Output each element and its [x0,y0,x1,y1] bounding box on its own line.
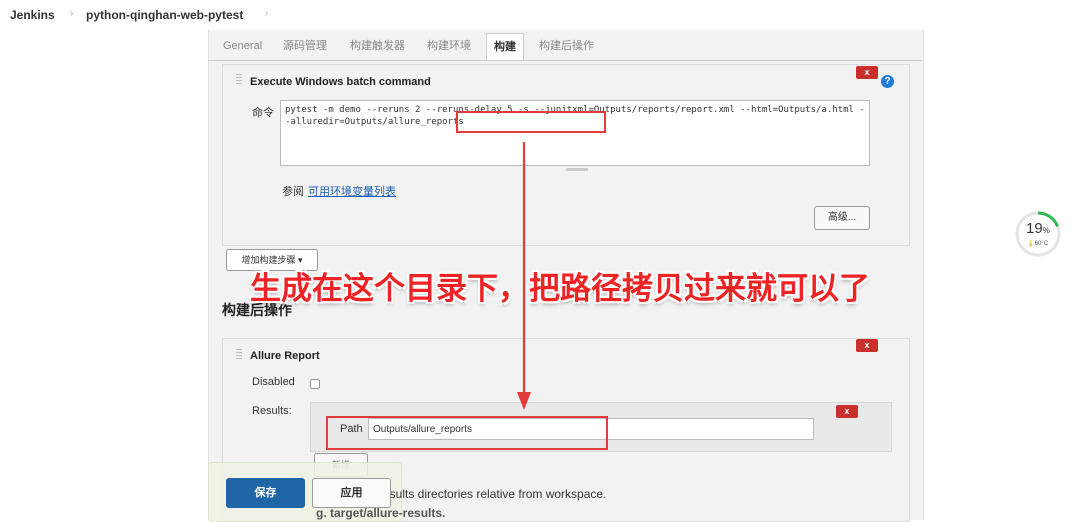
disabled-checkbox[interactable] [310,379,320,389]
disabled-label: Disabled [252,376,295,388]
gauge-percent-value: 19 [1026,220,1043,237]
highlight-path [326,416,608,450]
allure-title: Allure Report [250,350,320,362]
delete-allure-button[interactable]: x [856,339,878,352]
drag-handle-icon[interactable] [236,74,242,86]
gauge-percent-suffix: % [1042,226,1050,235]
breadcrumb-separator-icon: › [70,8,74,19]
breadcrumb-project[interactable]: python-qinghan-web-pytest [86,8,243,22]
tab-build[interactable]: 构建 [486,33,524,61]
tab-divider [208,60,922,61]
tab-post-build[interactable]: 构建后操作 [532,33,601,60]
performance-gauge[interactable]: 19% 🌡60°C [1014,210,1062,258]
tab-general[interactable]: General [216,33,269,60]
delete-step-button[interactable]: x [856,66,878,79]
breadcrumb-separator-icon[interactable]: › [265,8,268,19]
tab-build-triggers[interactable]: 构建触发器 [343,33,412,60]
results-label: Results: [252,405,292,417]
annotation-text: 生成在这个目录下，把路径拷贝过来就可以了 [250,271,870,307]
thermometer-icon: 🌡 [1027,241,1035,247]
env-vars-link[interactable]: 可用环境变量列表 [308,183,396,199]
command-textarea[interactable] [280,100,870,166]
command-label: 命令 [252,107,274,119]
help-icon[interactable]: ? [881,75,894,88]
results-hint: esults directories relative from workspa… [383,487,607,501]
tab-source-code[interactable]: 源码管理 [276,33,334,60]
breadcrumb: Jenkins › python-qinghan-web-pytest › [0,0,1080,30]
results-example: g. target/allure-results. [316,506,446,520]
save-button[interactable]: 保存 [226,478,305,508]
highlight-alluredir [456,111,606,133]
delete-path-button[interactable]: x [836,405,858,418]
gauge-temperature: 🌡60°C [1027,240,1048,247]
resize-grip-icon[interactable] [566,168,588,171]
gauge-percent: 19% [1026,220,1050,237]
tab-build-environment[interactable]: 构建环境 [420,33,478,60]
advanced-button[interactable]: 高级... [814,206,870,230]
breadcrumb-jenkins[interactable]: Jenkins [10,8,55,22]
drag-handle-icon[interactable] [236,349,242,361]
apply-button[interactable]: 应用 [312,478,391,508]
build-step-title: Execute Windows batch command [250,76,431,88]
see-label: 参阅 [282,186,304,198]
gauge-temperature-value: 60°C [1034,241,1049,247]
